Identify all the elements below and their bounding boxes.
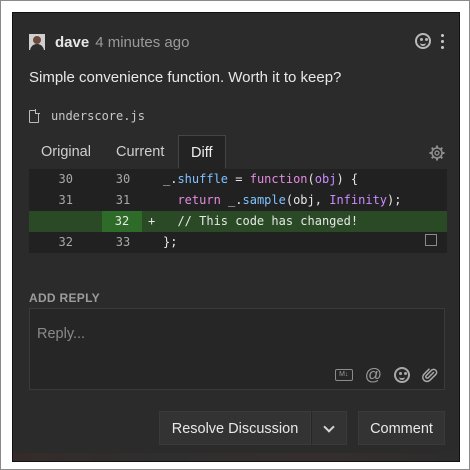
new-line-number: 33 [115, 235, 131, 249]
gear-icon[interactable] [429, 145, 445, 161]
file-reference: underscore.js [29, 108, 145, 123]
author-name[interactable]: dave [55, 34, 89, 51]
screenshot-frame: dave 4 minutes ago Simple convenience fu… [0, 0, 470, 470]
emoji-icon[interactable] [415, 33, 431, 49]
code-token: return [177, 193, 221, 207]
code-token: shuffle [177, 172, 229, 186]
comment-body: Simple convenience function. Worth it to… [29, 69, 342, 86]
diff-line: 31 31 return _.sample(obj, Infinity); [29, 190, 447, 211]
file-icon [29, 108, 40, 123]
code-token: _. [220, 193, 243, 207]
diff-line-added: 32 + // This code has changed! [29, 211, 447, 232]
code-token: obj [314, 172, 337, 186]
old-line-number: 31 [58, 193, 73, 207]
reply-input[interactable] [30, 309, 444, 359]
new-line-number: 30 [115, 172, 131, 186]
code-token: Infinity [329, 193, 388, 207]
code-token: _. [163, 172, 178, 186]
code-text: _.shuffle = function(obj) { [163, 169, 358, 190]
new-line-number: 31 [115, 193, 131, 207]
paperclip-icon[interactable] [422, 367, 438, 383]
kebab-menu-icon[interactable] [441, 33, 445, 49]
code-token: ( [307, 172, 315, 186]
markdown-icon[interactable]: M↓ [334, 369, 353, 381]
header-actions [415, 33, 445, 49]
open-external-icon[interactable] [425, 234, 437, 246]
diff-tabs: Original Current Diff [29, 135, 447, 170]
resolve-discussion-button[interactable]: Resolve Discussion [159, 411, 311, 445]
comment-time: 4 minutes ago [95, 33, 190, 51]
chevron-down-icon [323, 421, 335, 433]
mention-icon[interactable]: @ [365, 366, 382, 383]
code-text: // This code has changed! [163, 214, 359, 228]
avatar[interactable] [29, 34, 45, 50]
comment-header: dave 4 minutes ago [29, 31, 189, 53]
old-line-number: 32 [58, 235, 73, 249]
add-reply-label: ADD REPLY [29, 291, 100, 305]
code-text: return _.sample(obj, Infinity); [163, 190, 401, 211]
code-token: = [228, 172, 250, 186]
new-line-number: 32 [102, 211, 142, 232]
code-token: function [249, 172, 308, 186]
file-name[interactable]: underscore.js [51, 109, 145, 123]
diff-line: 32 33 }; [29, 232, 447, 253]
code-text: }; [163, 235, 178, 249]
code-token: (obj, [285, 193, 330, 207]
reply-box: M↓ @ [29, 308, 445, 390]
emoji-icon[interactable] [394, 367, 410, 383]
code-token: ); [387, 193, 402, 207]
reply-toolbar: M↓ @ [334, 366, 438, 383]
diff-line: 30 30 _.shuffle = function(obj) { [29, 169, 447, 190]
background-bleed [13, 453, 459, 461]
diff-view: 30 30 _.shuffle = function(obj) { 31 31 … [29, 169, 447, 253]
code-token: ) { [336, 172, 359, 186]
tab-diff[interactable]: Diff [178, 135, 226, 169]
tab-original[interactable]: Original [41, 135, 91, 169]
tab-current[interactable]: Current [116, 135, 164, 169]
diff-marker: + [148, 214, 156, 228]
code-token: sample [242, 193, 286, 207]
old-line-number: 30 [58, 172, 73, 186]
discussion-panel: dave 4 minutes ago Simple convenience fu… [12, 12, 460, 462]
comment-button[interactable]: Comment [358, 411, 445, 445]
resolve-options-dropdown[interactable] [311, 411, 347, 445]
